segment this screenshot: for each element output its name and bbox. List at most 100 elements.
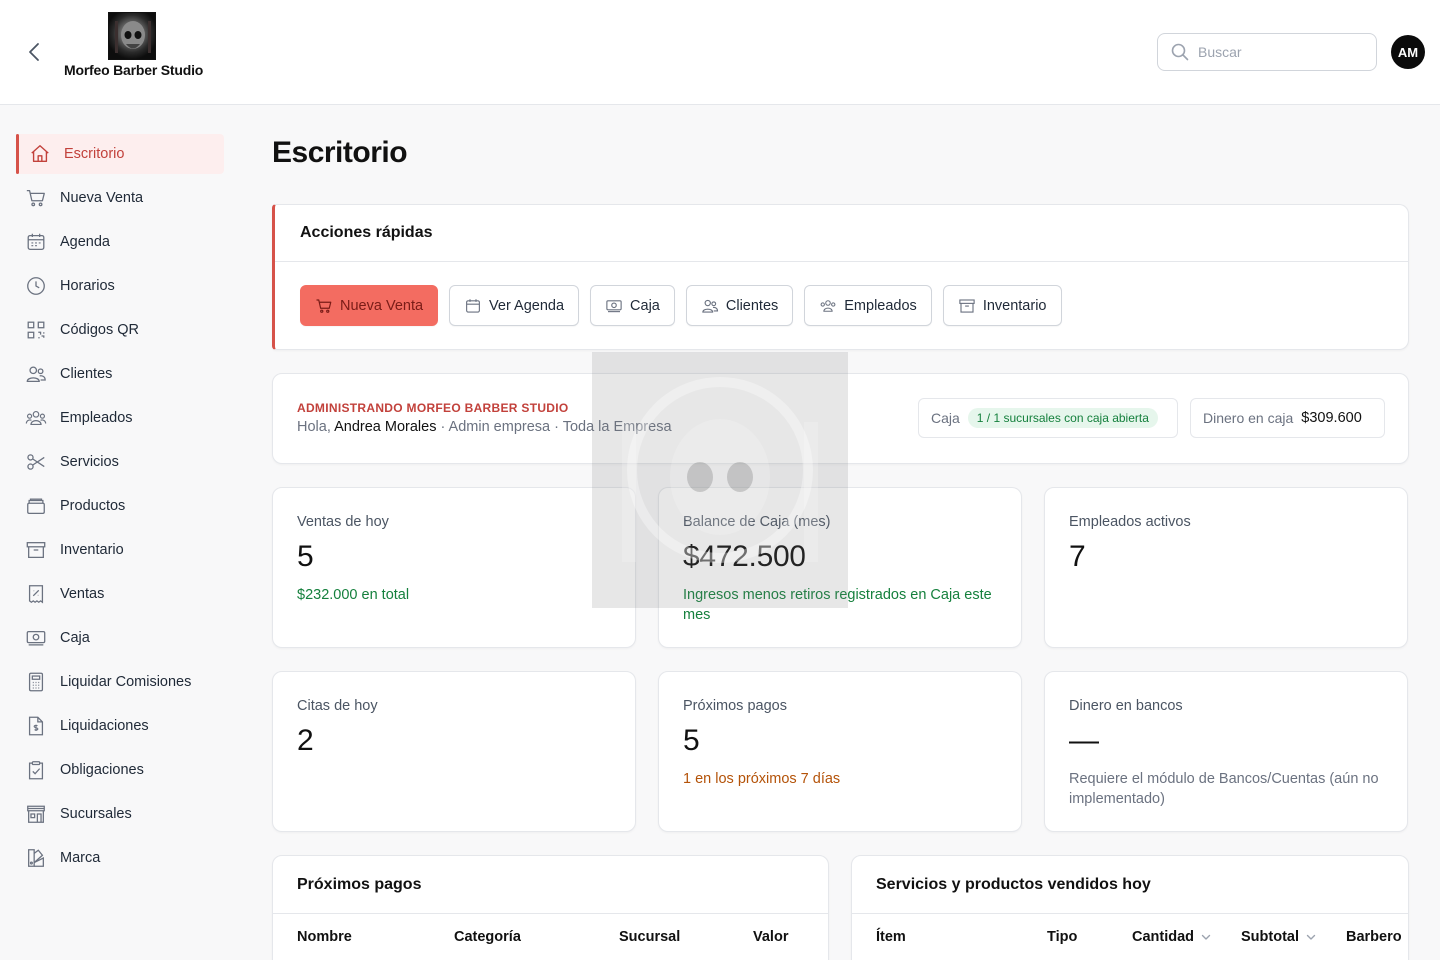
caja-label: Caja xyxy=(931,410,960,426)
qr-code-icon xyxy=(24,318,48,342)
admin-kicker: ADMINISTRANDO MORFEO BARBER STUDIO xyxy=(297,401,569,415)
store-icon xyxy=(24,802,48,826)
column-header-barbero[interactable]: Barbero xyxy=(1346,929,1402,945)
sold-today-card: Servicios y productos vendidos hoy Ítem … xyxy=(851,855,1409,960)
column-header-valor[interactable]: Valor xyxy=(753,929,788,945)
sidebar-item-label: Liquidaciones xyxy=(60,718,149,734)
sidebar-item-label: Sucursales xyxy=(60,806,132,822)
column-header-item[interactable]: Ítem xyxy=(876,929,906,945)
sidebar-item-label: Escritorio xyxy=(64,146,125,162)
cart-icon xyxy=(24,186,48,210)
stat-note: Ingresos menos retiros registrados en Ca… xyxy=(683,587,992,623)
quick-actions-row: Nueva Venta Ver Agenda Caja Clientes Emp… xyxy=(300,285,1062,326)
sidebar-item-nueva-venta[interactable]: Nueva Venta xyxy=(16,178,224,218)
dinero-en-caja-pill: Dinero en caja $309.600 xyxy=(1190,398,1385,438)
chevron-left-icon xyxy=(29,43,39,61)
sidebar-item-agenda[interactable]: Agenda xyxy=(16,222,224,262)
cash-icon xyxy=(24,626,48,650)
search-box[interactable] xyxy=(1157,33,1377,71)
sidebar-item-horarios[interactable]: Horarios xyxy=(16,266,224,306)
stat-label: Próximos pagos xyxy=(683,698,787,714)
stat-label: Citas de hoy xyxy=(297,698,378,714)
clock-icon xyxy=(24,274,48,298)
stat-label: Balance de Caja (mes) xyxy=(683,514,831,530)
ver-agenda-button[interactable]: Ver Agenda xyxy=(449,285,580,326)
calendar-icon xyxy=(466,298,480,313)
clipboard-check-icon xyxy=(24,758,48,782)
brand-name: Morfeo Barber Studio xyxy=(64,62,204,78)
column-header-cantidad[interactable]: Cantidad xyxy=(1132,929,1212,945)
sidebar-item-label: Nueva Venta xyxy=(60,190,144,206)
stat-card-balance-caja: Balance de Caja (mes) $472.500 Ingresos … xyxy=(658,487,1022,648)
clientes-button[interactable]: Clientes xyxy=(685,285,794,326)
users-icon xyxy=(702,299,718,313)
user-avatar[interactable]: AM xyxy=(1391,35,1425,69)
sidebar-item-codigos-qr[interactable]: Códigos QR xyxy=(16,310,224,350)
sidebar-item-label: Productos xyxy=(60,498,126,514)
sidebar-item-label: Liquidar Comisiones xyxy=(60,674,192,690)
scissors-icon xyxy=(24,450,48,474)
sidebar-item-label: Caja xyxy=(60,630,90,646)
sidebar-item-clientes[interactable]: Clientes xyxy=(16,354,224,394)
sidebar-item-liquidar-comisiones[interactable]: Liquidar Comisiones xyxy=(16,662,224,702)
sold-today-title: Servicios y productos vendidos hoy xyxy=(876,876,1151,893)
column-header-nombre[interactable]: Nombre xyxy=(297,929,352,945)
column-header-sucursal[interactable]: Sucursal xyxy=(619,929,680,945)
sidebar-item-servicios[interactable]: Servicios xyxy=(16,442,224,482)
sidebar-item-liquidaciones[interactable]: Liquidaciones xyxy=(16,706,224,746)
page-title: Escritorio xyxy=(272,136,408,169)
divider xyxy=(852,913,1408,914)
sidebar-item-marca[interactable]: Marca xyxy=(16,838,224,878)
sidebar-item-label: Servicios xyxy=(60,454,119,470)
chevron-down-icon xyxy=(1201,934,1211,940)
users-icon xyxy=(24,362,48,386)
stat-value: 5 xyxy=(683,724,700,757)
sidebar-item-inventario[interactable]: Inventario xyxy=(16,530,224,570)
column-header-subtotal[interactable]: Subtotal xyxy=(1241,929,1317,945)
cash-icon xyxy=(606,299,622,312)
stat-label: Dinero en bancos xyxy=(1069,698,1183,714)
inventario-button[interactable]: Inventario xyxy=(942,285,1062,326)
sidebar-item-label: Marca xyxy=(60,850,101,866)
sidebar-item-label: Obligaciones xyxy=(60,762,144,778)
sidebar-item-sucursales[interactable]: Sucursales xyxy=(16,794,224,834)
upcoming-payments-card: Próximos pagos Nombre Categoría Sucursal… xyxy=(272,855,829,960)
button-label: Caja xyxy=(630,297,660,314)
sidebar-item-ventas[interactable]: Ventas xyxy=(16,574,224,614)
sidebar-item-productos[interactable]: Productos xyxy=(16,486,224,526)
nueva-venta-button[interactable]: Nueva Venta xyxy=(300,285,439,326)
sidebar-item-caja[interactable]: Caja xyxy=(16,618,224,658)
stat-value: 2 xyxy=(297,724,314,757)
archive-icon xyxy=(24,538,48,562)
dinero-label: Dinero en caja xyxy=(1203,410,1294,426)
column-header-tipo[interactable]: Tipo xyxy=(1047,929,1077,945)
sidebar-item-escritorio[interactable]: Escritorio xyxy=(16,134,224,174)
stat-note: Requiere el módulo de Bancos/Cuentas (aú… xyxy=(1069,771,1379,807)
stat-card-citas-hoy: Citas de hoy 2 xyxy=(272,671,636,832)
button-label: Empleados xyxy=(844,297,917,314)
stat-value: $472.500 xyxy=(683,540,806,573)
calendar-icon xyxy=(24,230,48,254)
back-button[interactable] xyxy=(22,40,46,64)
sidebar-item-label: Agenda xyxy=(60,234,110,250)
empleados-button[interactable]: Empleados xyxy=(804,285,932,326)
column-header-categoria[interactable]: Categoría xyxy=(454,929,521,945)
sidebar: Escritorio Nueva Venta Agenda Horarios C… xyxy=(16,134,224,882)
chevron-down-icon xyxy=(1306,934,1316,940)
stat-label: Empleados activos xyxy=(1069,514,1191,530)
search-input[interactable] xyxy=(1198,44,1358,60)
user-group-icon xyxy=(24,406,48,430)
dinero-value: $309.600 xyxy=(1301,410,1362,426)
sidebar-item-empleados[interactable]: Empleados xyxy=(16,398,224,438)
button-label: Clientes xyxy=(725,297,779,314)
caja-button[interactable]: Caja xyxy=(590,285,675,326)
stat-value: 5 xyxy=(297,540,314,573)
skull-logo-icon xyxy=(115,21,151,53)
document-dollar-icon xyxy=(24,714,48,738)
admin-greeting-line: Hola, Andrea Morales · Admin empresa · T… xyxy=(297,419,672,435)
sidebar-item-obligaciones[interactable]: Obligaciones xyxy=(16,750,224,790)
sidebar-item-label: Códigos QR xyxy=(60,322,139,338)
stat-card-ventas-hoy: Ventas de hoy 5 $232.000 en total xyxy=(272,487,636,648)
search-icon xyxy=(1171,43,1189,61)
status-badge: 1 / 1 sucursales con caja abierta xyxy=(967,408,1158,428)
